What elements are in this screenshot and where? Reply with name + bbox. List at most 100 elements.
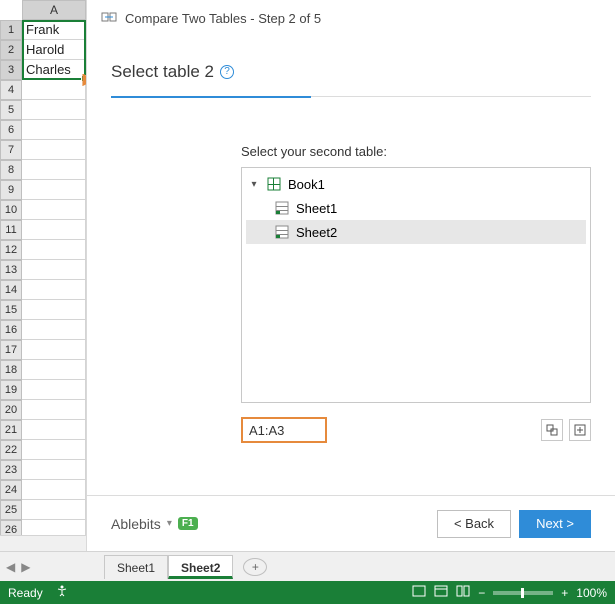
tree-workbook[interactable]: ▾ Book1 bbox=[246, 172, 586, 196]
row-header-4[interactable]: 4 bbox=[0, 80, 22, 100]
cell-a12[interactable] bbox=[22, 240, 86, 260]
panel-header: Compare Two Tables - Step 2 of 5 bbox=[87, 0, 615, 36]
panel-title: Compare Two Tables - Step 2 of 5 bbox=[125, 11, 321, 26]
cell-a5[interactable] bbox=[22, 100, 86, 120]
row-header-20[interactable]: 20 bbox=[0, 400, 22, 420]
cell-a17[interactable] bbox=[22, 340, 86, 360]
step-title: Select table 2 ? bbox=[111, 62, 591, 82]
cell-a13[interactable] bbox=[22, 260, 86, 280]
select-second-table-label: Select your second table: bbox=[241, 144, 591, 159]
cell-a6[interactable] bbox=[22, 120, 86, 140]
row-header-10[interactable]: 10 bbox=[0, 200, 22, 220]
row-header-1[interactable]: 1 bbox=[0, 20, 22, 40]
zoom-out-button[interactable]: − bbox=[478, 586, 485, 600]
horizontal-scrollbar[interactable] bbox=[0, 535, 86, 551]
workbook-icon bbox=[266, 176, 282, 192]
cell-a19[interactable] bbox=[22, 380, 86, 400]
cell-a3[interactable]: Charles bbox=[22, 60, 86, 80]
help-icon[interactable]: ? bbox=[220, 65, 234, 79]
row-header-6[interactable]: 6 bbox=[0, 120, 22, 140]
select-range-button[interactable] bbox=[541, 419, 563, 441]
row-header-23[interactable]: 23 bbox=[0, 460, 22, 480]
row-header-18[interactable]: 18 bbox=[0, 360, 22, 380]
cell-a2[interactable]: Harold bbox=[22, 40, 86, 60]
chevron-down-icon: ▾ bbox=[167, 518, 172, 529]
cell-a14[interactable] bbox=[22, 280, 86, 300]
worksheet-area: A 1 Frank 2 Harold 3 Charles 45678910111… bbox=[0, 0, 86, 551]
row-header-14[interactable]: 14 bbox=[0, 280, 22, 300]
worksheet-icon bbox=[274, 200, 290, 216]
tab-sheet2[interactable]: Sheet2 bbox=[168, 555, 233, 579]
cell-a22[interactable] bbox=[22, 440, 86, 460]
row-header-11[interactable]: 11 bbox=[0, 220, 22, 240]
row-header-3[interactable]: 3 bbox=[0, 60, 22, 80]
view-layout-icon[interactable] bbox=[434, 585, 448, 600]
row-header-15[interactable]: 15 bbox=[0, 300, 22, 320]
step-title-text: Select table 2 bbox=[111, 62, 214, 82]
cell-a23[interactable] bbox=[22, 460, 86, 480]
cell-a25[interactable] bbox=[22, 500, 86, 520]
tree-sheet-2[interactable]: Sheet2 bbox=[246, 220, 586, 244]
tree-sheet-2-label: Sheet2 bbox=[296, 225, 337, 240]
view-pagebreak-icon[interactable] bbox=[456, 585, 470, 600]
row-header-16[interactable]: 16 bbox=[0, 320, 22, 340]
tab-sheet1[interactable]: Sheet1 bbox=[104, 555, 168, 579]
cell-a24[interactable] bbox=[22, 480, 86, 500]
status-ready: Ready bbox=[8, 586, 43, 600]
row-header-25[interactable]: 25 bbox=[0, 500, 22, 520]
view-normal-icon[interactable] bbox=[412, 585, 426, 600]
sheet-nav-arrows[interactable]: ◀ ▶ bbox=[6, 560, 30, 574]
status-bar: Ready − + 100% bbox=[0, 581, 615, 604]
expand-icon bbox=[574, 424, 586, 436]
brand-label[interactable]: Ablebits ▾ F1 bbox=[111, 516, 198, 532]
cell-a4[interactable] bbox=[22, 80, 86, 100]
row-header-13[interactable]: 13 bbox=[0, 260, 22, 280]
cell-a9[interactable] bbox=[22, 180, 86, 200]
sheet-tab-bar: ◀ ▶ Sheet1 Sheet2 + bbox=[0, 551, 615, 581]
range-input[interactable] bbox=[241, 417, 327, 443]
cell-a21[interactable] bbox=[22, 420, 86, 440]
zoom-level[interactable]: 100% bbox=[576, 586, 607, 600]
table-tree[interactable]: ▾ Book1 Sheet1 Sheet2 bbox=[241, 167, 591, 403]
select-range-icon bbox=[546, 424, 558, 436]
row-header-21[interactable]: 21 bbox=[0, 420, 22, 440]
row-header-7[interactable]: 7 bbox=[0, 140, 22, 160]
cell-a10[interactable] bbox=[22, 200, 86, 220]
row-header-19[interactable]: 19 bbox=[0, 380, 22, 400]
chevron-down-icon[interactable]: ▾ bbox=[248, 179, 260, 190]
wizard-panel: Compare Two Tables - Step 2 of 5 Select … bbox=[86, 0, 615, 551]
nav-prev-icon[interactable]: ◀ bbox=[6, 560, 15, 574]
row-header-9[interactable]: 9 bbox=[0, 180, 22, 200]
next-button[interactable]: Next > bbox=[519, 510, 591, 538]
zoom-in-button[interactable]: + bbox=[561, 586, 568, 600]
cell-a1[interactable]: Frank bbox=[22, 20, 86, 40]
cell-a8[interactable] bbox=[22, 160, 86, 180]
f1-badge[interactable]: F1 bbox=[178, 517, 198, 530]
row-header-12[interactable]: 12 bbox=[0, 240, 22, 260]
tree-workbook-label: Book1 bbox=[288, 177, 325, 192]
cell-a15[interactable] bbox=[22, 300, 86, 320]
nav-next-icon[interactable]: ▶ bbox=[21, 560, 30, 574]
row-header-22[interactable]: 22 bbox=[0, 440, 22, 460]
row-header-24[interactable]: 24 bbox=[0, 480, 22, 500]
panel-footer: Ablebits ▾ F1 < Back Next > bbox=[87, 495, 615, 551]
cell-a11[interactable] bbox=[22, 220, 86, 240]
back-button[interactable]: < Back bbox=[437, 510, 511, 538]
expand-range-button[interactable] bbox=[569, 419, 591, 441]
add-sheet-button[interactable]: + bbox=[243, 558, 267, 576]
cell-a16[interactable] bbox=[22, 320, 86, 340]
tree-sheet-1[interactable]: Sheet1 bbox=[246, 196, 586, 220]
zoom-slider[interactable] bbox=[493, 591, 553, 595]
worksheet-icon bbox=[274, 224, 290, 240]
column-header-a[interactable]: A bbox=[22, 0, 86, 20]
compare-icon bbox=[101, 9, 117, 28]
row-header-2[interactable]: 2 bbox=[0, 40, 22, 60]
row-header-8[interactable]: 8 bbox=[0, 160, 22, 180]
brand-text: Ablebits bbox=[111, 516, 161, 532]
row-header-17[interactable]: 17 bbox=[0, 340, 22, 360]
accessibility-icon[interactable] bbox=[55, 584, 69, 601]
cell-a20[interactable] bbox=[22, 400, 86, 420]
cell-a18[interactable] bbox=[22, 360, 86, 380]
cell-a7[interactable] bbox=[22, 140, 86, 160]
row-header-5[interactable]: 5 bbox=[0, 100, 22, 120]
